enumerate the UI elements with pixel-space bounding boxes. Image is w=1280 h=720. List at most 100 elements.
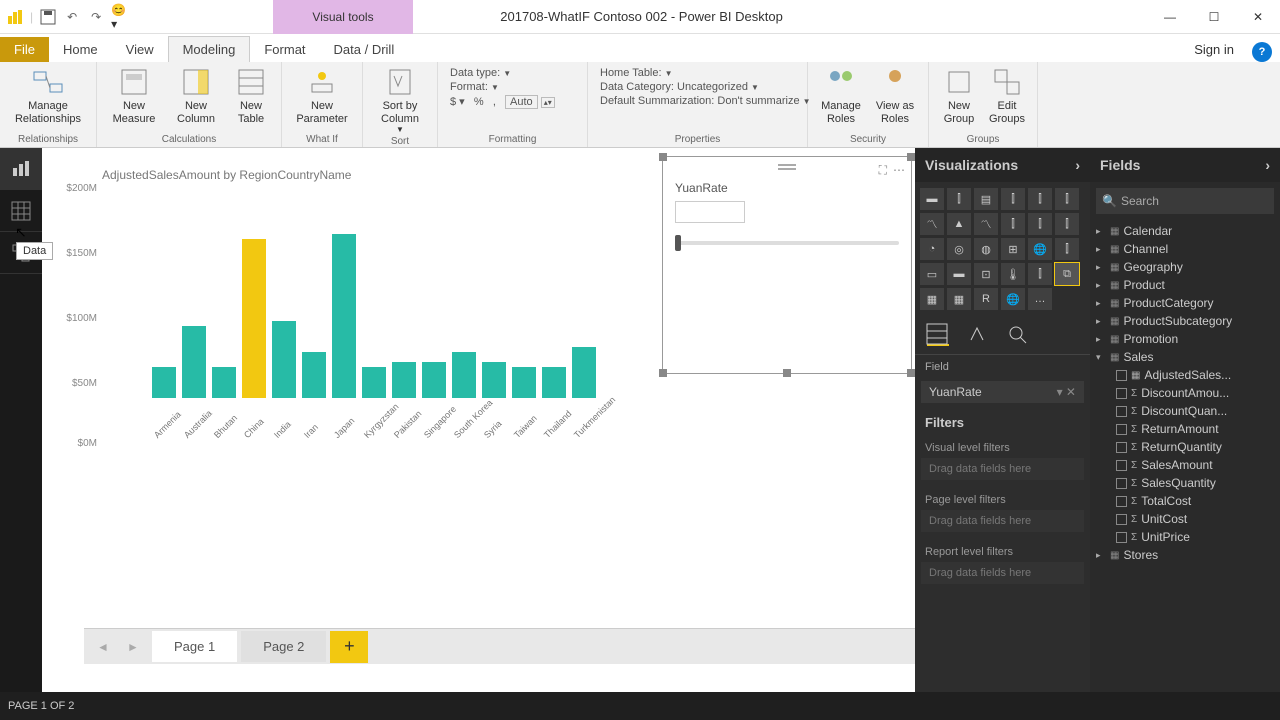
resize-handle[interactable] [907,153,915,161]
bar-japan[interactable] [332,234,356,398]
viz-type-icon-8[interactable]: 〽 [974,213,998,235]
minimize-button[interactable]: — [1148,0,1192,34]
focus-mode-icon[interactable]: ⛶ [879,163,887,178]
viz-type-icon-23[interactable]: ⧉ [1055,263,1079,285]
table-product[interactable]: ▸▦Product [1094,276,1276,294]
field-discountamou[interactable]: ΣDiscountAmou... [1094,384,1276,402]
page-tab-2[interactable]: Page 2 [241,631,326,662]
table-sales[interactable]: ▾▦Sales [1094,348,1276,366]
close-button[interactable]: ✕ [1236,0,1280,34]
viz-type-icon-10[interactable]: ⫿ [1028,213,1052,235]
sort-by-column-button[interactable]: Sort by Column▼ [371,66,429,134]
bar-china[interactable] [242,239,266,398]
viz-type-icon-15[interactable]: ⊞ [1001,238,1025,260]
page-filter-well[interactable]: Drag data fields here [921,510,1084,532]
field-returnamount[interactable]: ΣReturnAmount [1094,420,1276,438]
bar-bhutan[interactable] [212,367,236,398]
home-table-dropdown[interactable]: Home Table: ▼ [596,66,799,80]
viz-type-icon-11[interactable]: ⫿ [1055,213,1079,235]
manage-relationships-button[interactable]: Manage Relationships [8,66,88,125]
fields-tab-icon[interactable] [927,324,949,346]
analytics-tab-icon[interactable] [1007,324,1029,346]
table-productsubcategory[interactable]: ▸▦ProductSubcategory [1094,312,1276,330]
visual-header[interactable] [663,157,911,177]
viz-type-icon-19[interactable]: ▬ [947,263,971,285]
viz-type-icon-1[interactable]: ⫿ [947,188,971,210]
table-calendar[interactable]: ▸▦Calendar [1094,222,1276,240]
datadrill-tab[interactable]: Data / Drill [320,37,409,62]
format-dropdown[interactable]: Format: ▼ [446,80,579,94]
slicer-value-input[interactable] [675,201,745,223]
save-icon[interactable] [39,8,57,26]
bar-thailand[interactable] [542,367,566,398]
viz-type-icon-7[interactable]: ▲ [947,213,971,235]
summarization-dropdown[interactable]: Default Summarization: Don't summarize ▼ [596,94,799,108]
viz-type-icon-27[interactable]: 🌐 [1001,288,1025,310]
viz-type-icon-12[interactable]: ◔ [920,238,944,260]
bar-india[interactable] [272,321,296,398]
viz-type-icon-9[interactable]: ⫿ [1001,213,1025,235]
viz-type-icon-3[interactable]: ⫿ [1001,188,1025,210]
visualizations-header[interactable]: Visualizations› [915,148,1090,182]
viz-type-icon-26[interactable]: R [974,288,998,310]
view-as-roles-button[interactable]: View as Roles [870,66,920,125]
viz-type-icon-16[interactable]: 🌐 [1028,238,1052,260]
slider-handle[interactable] [675,235,681,251]
data-view-button[interactable] [0,190,42,232]
edit-groups-button[interactable]: Edit Groups [985,66,1029,125]
prev-page-button[interactable]: ◄ [88,632,118,662]
viz-type-icon-4[interactable]: ⫿ [1028,188,1052,210]
bar-armenia[interactable] [152,367,176,398]
undo-icon[interactable]: ↶ [63,8,81,26]
viz-type-icon-2[interactable]: ▤ [974,188,998,210]
new-table-button[interactable]: New Table [229,66,273,125]
field-totalcost[interactable]: ΣTotalCost [1094,492,1276,510]
viz-type-icon-13[interactable]: ◎ [947,238,971,260]
next-page-button[interactable]: ► [118,632,148,662]
viz-type-icon-24[interactable]: ▦ [920,288,944,310]
new-group-button[interactable]: New Group [937,66,981,125]
table-geography[interactable]: ▸▦Geography [1094,258,1276,276]
field-adjustedsales[interactable]: ▦AdjustedSales... [1094,366,1276,384]
redo-icon[interactable]: ↷ [87,8,105,26]
bar-taiwan[interactable] [512,367,536,398]
help-icon[interactable]: ? [1252,42,1272,62]
field-discountquan[interactable]: ΣDiscountQuan... [1094,402,1276,420]
field-salesamount[interactable]: ΣSalesAmount [1094,456,1276,474]
viz-type-icon-21[interactable]: 🌡 [1001,263,1025,285]
resize-handle[interactable] [659,369,667,377]
data-type-dropdown[interactable]: Data type: ▼ [446,66,579,80]
format-tab-icon[interactable] [967,324,989,346]
viz-type-icon-25[interactable]: ▦ [947,288,971,310]
viz-type-icon-14[interactable]: ◍ [974,238,998,260]
bar-singapore[interactable] [422,362,446,398]
field-unitprice[interactable]: ΣUnitPrice [1094,528,1276,546]
viz-type-icon-22[interactable]: ⫿ [1028,263,1052,285]
visual-filter-well[interactable]: Drag data fields here [921,458,1084,480]
table-channel[interactable]: ▸▦Channel [1094,240,1276,258]
collapse-icon[interactable]: › [1075,157,1080,173]
sign-in-link[interactable]: Sign in [1184,37,1244,62]
page-tab-1[interactable]: Page 1 [152,631,237,662]
table-productcategory[interactable]: ▸▦ProductCategory [1094,294,1276,312]
viz-type-icon-5[interactable]: ⫿ [1055,188,1079,210]
resize-handle[interactable] [783,369,791,377]
viz-type-icon-17[interactable]: ⫿ [1055,238,1079,260]
slicer-visual[interactable]: ⛶ ⋯ YuanRate [662,156,912,374]
viz-type-icon-0[interactable]: ▬ [920,188,944,210]
field-salesquantity[interactable]: ΣSalesQuantity [1094,474,1276,492]
bar-south korea[interactable] [452,352,476,398]
table-stores[interactable]: ▸▦Stores [1094,546,1276,564]
report-filter-well[interactable]: Drag data fields here [921,562,1084,584]
viz-type-icon-28[interactable]: … [1028,288,1052,310]
report-view-button[interactable] [0,148,42,190]
new-measure-button[interactable]: New Measure [105,66,163,125]
new-parameter-button[interactable]: New Parameter [290,66,354,125]
slicer-slider[interactable] [675,241,899,245]
viz-type-icon-18[interactable]: ▭ [920,263,944,285]
viz-type-icon-6[interactable]: 〽 [920,213,944,235]
currency-row[interactable]: $ ▾ % , Auto ▴▾ [446,94,579,109]
table-promotion[interactable]: ▸▦Promotion [1094,330,1276,348]
view-tab[interactable]: View [112,37,168,62]
manage-roles-button[interactable]: Manage Roles [816,66,866,125]
